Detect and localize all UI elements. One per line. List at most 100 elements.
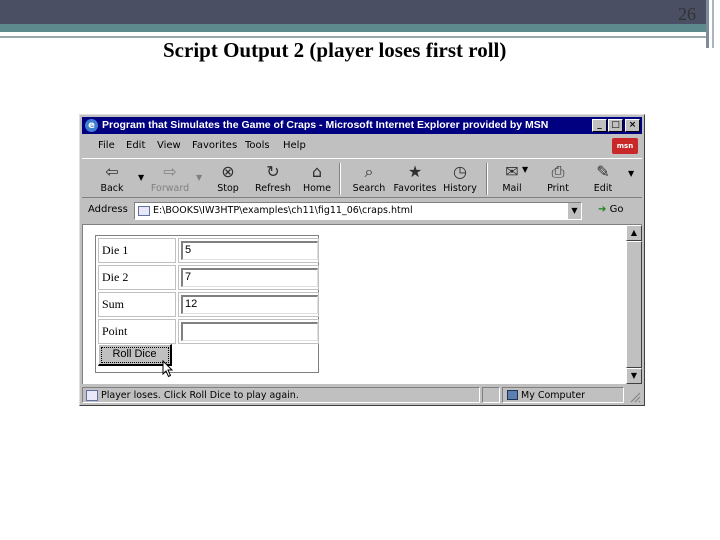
title-bar: e Program that Simulates the Game of Cra…	[82, 117, 642, 134]
close-button[interactable]: ×	[625, 119, 640, 132]
table-row: Sum 12	[98, 292, 319, 317]
zone-label: My Computer	[521, 390, 586, 401]
die1-cell: 5	[178, 238, 319, 263]
go-arrow-icon: ➔	[598, 204, 607, 215]
scroll-up-icon[interactable]: ▲	[626, 225, 642, 241]
history-label: History	[443, 183, 477, 194]
vertical-scrollbar[interactable]: ▲ ▼	[626, 225, 642, 384]
browser-window: e Program that Simulates the Game of Cra…	[79, 114, 645, 406]
stop-button[interactable]: ⊗ Stop	[204, 161, 252, 197]
computer-icon	[507, 390, 518, 400]
slide-header-accent	[0, 24, 706, 32]
go-label: Go	[609, 204, 624, 215]
page-status-icon	[86, 390, 98, 401]
favorites-button[interactable]: ★ Favorites	[391, 161, 439, 197]
stop-icon: ⊗	[221, 162, 235, 181]
print-button[interactable]: ⎙ Print	[534, 161, 582, 197]
forward-arrow-icon: ⇨	[163, 162, 177, 181]
menu-help[interactable]: Help	[283, 140, 306, 151]
home-button[interactable]: ⌂ Home	[293, 161, 341, 197]
point-field[interactable]	[181, 322, 318, 341]
forward-button[interactable]: ⇨ Forward	[146, 161, 194, 197]
stop-label: Stop	[217, 183, 239, 194]
forward-dropdown-icon[interactable]: ▼	[196, 173, 202, 182]
edit-button[interactable]: ✎ Edit	[579, 161, 627, 197]
address-label: Address	[88, 204, 128, 215]
history-icon: ◷	[453, 162, 467, 181]
refresh-button[interactable]: ↻ Refresh	[249, 161, 297, 197]
mail-label: Mail	[502, 183, 522, 194]
menu-view[interactable]: View	[157, 140, 181, 151]
history-button[interactable]: ◷ History	[436, 161, 484, 197]
msn-logo: msn	[612, 138, 638, 154]
edit-label: Edit	[593, 183, 613, 194]
mail-button[interactable]: ✉ Mail	[488, 161, 536, 197]
table-row: Die 1 5	[98, 238, 319, 263]
back-arrow-icon: ⇦	[105, 162, 119, 181]
sum-field[interactable]: 12	[181, 295, 318, 314]
menu-favorites[interactable]: Favorites	[192, 140, 237, 151]
die2-field[interactable]: 7	[181, 268, 318, 287]
search-label: Search	[352, 183, 386, 194]
page-icon	[138, 206, 150, 216]
table-row: Point	[98, 319, 319, 344]
die1-field[interactable]: 5	[181, 241, 318, 260]
page-content: Die 1 5 Die 2 7 Sum 12 Point Roll Dice ▲…	[82, 224, 642, 384]
refresh-label: Refresh	[255, 183, 291, 194]
die2-label: Die 2	[98, 265, 176, 290]
refresh-icon: ↻	[266, 162, 280, 181]
standard-toolbar: ⇦ Back ▼ ⇨ Forward ▼ ⊗ Stop ↻ Refresh ⌂ …	[82, 158, 642, 198]
slide-title: Script Output 2 (player loses first roll…	[163, 38, 507, 62]
point-cell	[178, 319, 319, 344]
die2-cell: 7	[178, 265, 319, 290]
mail-icon: ✉	[505, 162, 519, 181]
window-title: Program that Simulates the Game of Craps…	[102, 119, 549, 131]
edit-dropdown-icon[interactable]: ▼	[628, 169, 634, 178]
menu-file[interactable]: File	[98, 140, 115, 151]
print-icon: ⎙	[551, 162, 565, 181]
go-button[interactable]: ➔ Go	[598, 204, 623, 215]
mouse-pointer-icon	[162, 360, 174, 378]
menu-bar: File Edit View Favorites Tools Help msn	[82, 136, 642, 156]
slide-header-band	[0, 0, 706, 24]
address-input[interactable]: E:\BOOKS\IW3HTP\examples\ch11\fig11_06\c…	[134, 202, 582, 220]
back-button[interactable]: ⇦ Back	[88, 161, 136, 197]
resize-grip-icon[interactable]	[629, 391, 641, 403]
point-label: Point	[98, 319, 176, 344]
edit-icon: ✎	[596, 162, 610, 181]
menu-tools[interactable]: Tools	[245, 140, 270, 151]
mail-dropdown-icon[interactable]: ▼	[522, 165, 528, 174]
forward-label: Forward	[150, 183, 190, 194]
toolbar-separator	[339, 163, 341, 195]
slide-number: 26	[678, 4, 696, 24]
maximize-button[interactable]: □	[608, 119, 623, 132]
search-button[interactable]: ⌕ Search	[345, 161, 393, 197]
scroll-thumb[interactable]	[626, 241, 642, 368]
status-cell	[482, 387, 500, 403]
slide-side-bar	[706, 0, 709, 48]
zone-cell: My Computer	[502, 387, 624, 403]
favorites-icon: ★	[407, 162, 423, 181]
menu-edit[interactable]: Edit	[126, 140, 145, 151]
slide-side-bar-thin	[712, 0, 714, 48]
status-message-cell: Player loses. Click Roll Dice to play ag…	[82, 387, 480, 403]
table-row: Die 2 7	[98, 265, 319, 290]
status-message: Player loses. Click Roll Dice to play ag…	[101, 390, 299, 401]
scroll-down-icon[interactable]: ▼	[626, 368, 642, 384]
roll-dice-button[interactable]: Roll Dice	[98, 344, 172, 366]
minimize-button[interactable]: _	[592, 119, 607, 132]
favorites-label: Favorites	[393, 183, 437, 194]
ie-logo-icon: e	[85, 119, 98, 132]
dice-table: Die 1 5 Die 2 7 Sum 12 Point Roll Dice	[95, 235, 319, 378]
die1-label: Die 1	[98, 238, 176, 263]
sum-cell: 12	[178, 292, 319, 317]
address-dropdown-icon[interactable]: ▼	[567, 203, 581, 219]
print-label: Print	[547, 183, 569, 194]
address-bar: Address E:\BOOKS\IW3HTP\examples\ch11\fi…	[82, 200, 642, 222]
address-value: E:\BOOKS\IW3HTP\examples\ch11\fig11_06\c…	[153, 205, 413, 216]
search-icon: ⌕	[364, 162, 374, 181]
home-label: Home	[302, 183, 332, 194]
back-dropdown-icon[interactable]: ▼	[138, 173, 144, 182]
sum-label: Sum	[98, 292, 176, 317]
back-label: Back	[100, 183, 124, 194]
